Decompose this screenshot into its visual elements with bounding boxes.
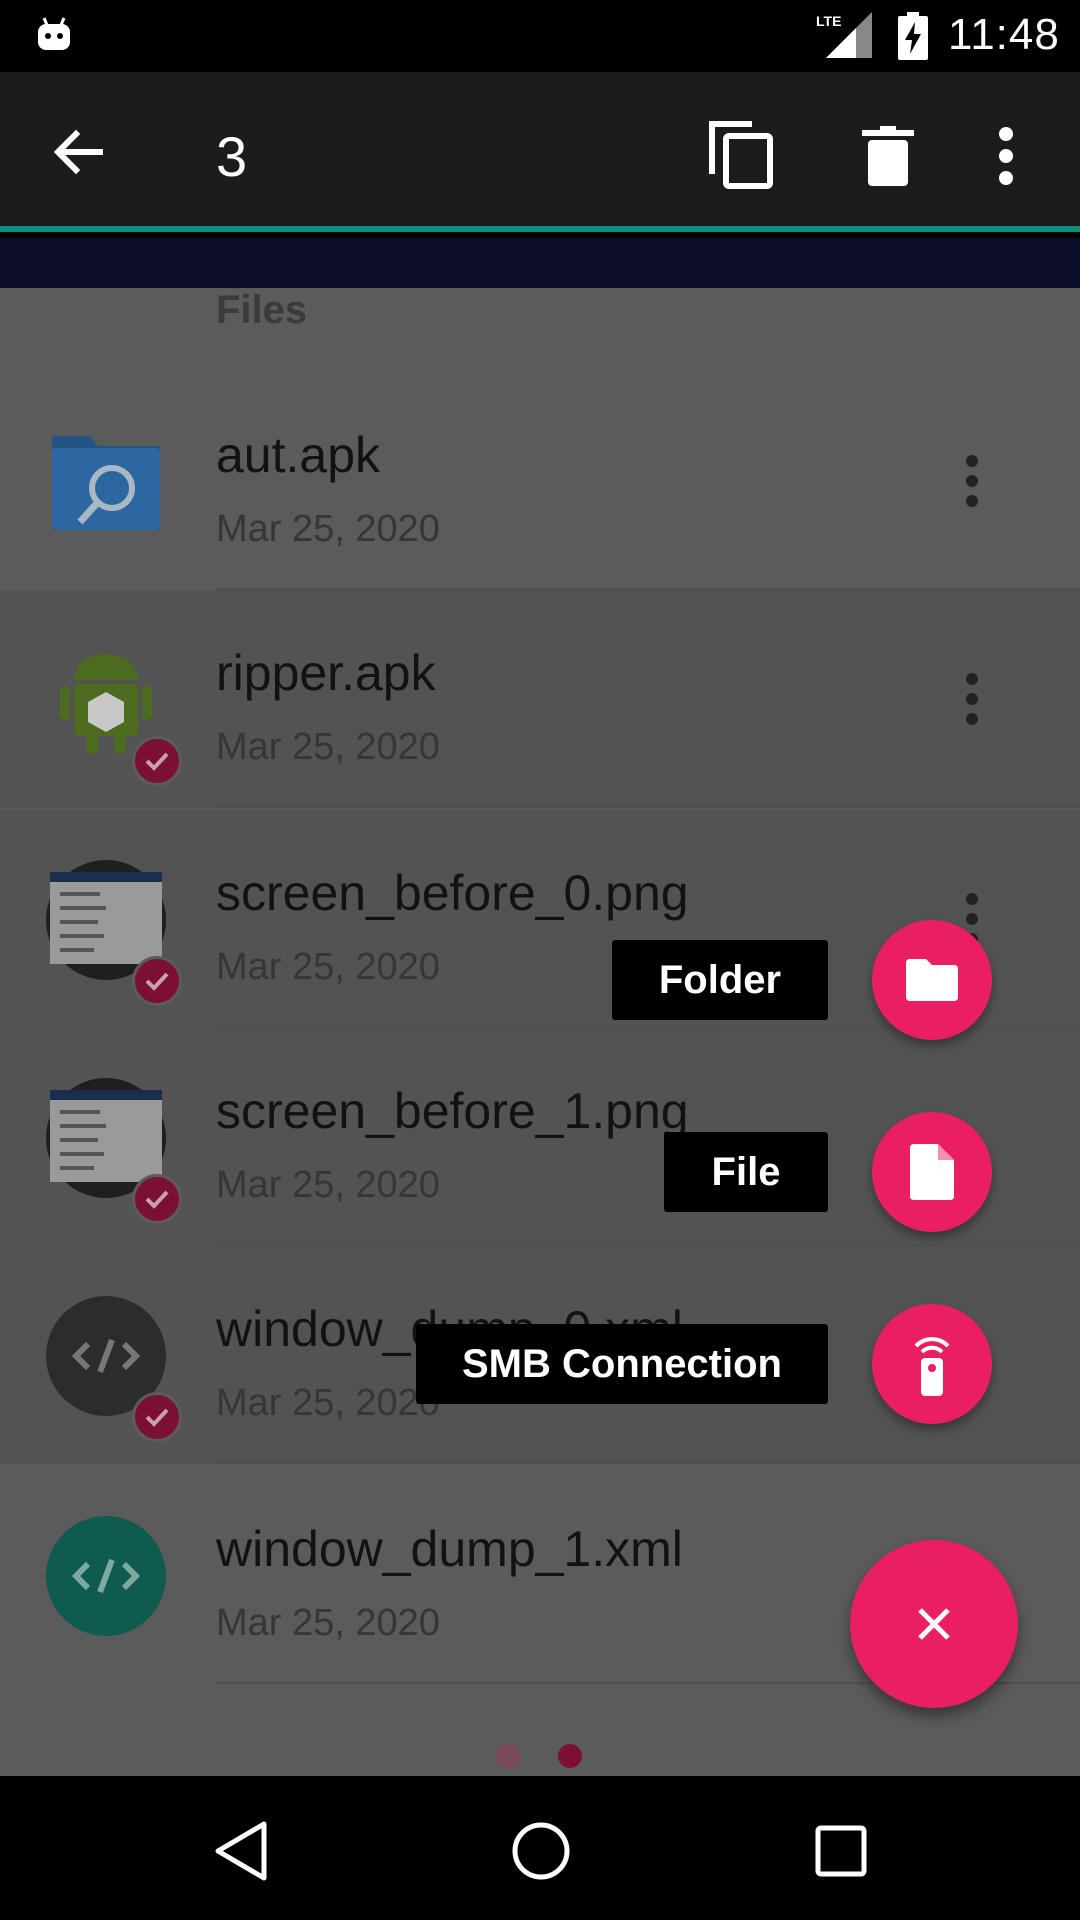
selected-check-icon [132, 1392, 182, 1442]
file-date: Mar 25, 2020 [216, 1382, 440, 1424]
item-menu-icon[interactable] [960, 672, 984, 726]
file-option-label[interactable]: File [664, 1132, 828, 1212]
selected-count: 3 [216, 125, 248, 188]
appbar-accent-line [0, 226, 1080, 232]
copy-icon[interactable] [706, 118, 776, 190]
file-date: Mar 25, 2020 [216, 946, 440, 988]
item-menu-icon[interactable] [960, 454, 984, 508]
svg-text:LTE: LTE [816, 13, 841, 29]
folder-icon [906, 959, 958, 1001]
arrow-back-icon[interactable] [46, 120, 110, 184]
selection-action-bar: 3 [0, 72, 1080, 232]
list-item[interactable]: ripper.apk Mar 25, 2020 [0, 590, 1080, 808]
folder-option-label[interactable]: Folder [612, 940, 828, 1020]
status-bar: LTE 11:48 [0, 0, 1080, 72]
lte-signal-icon: LTE [816, 12, 872, 58]
app-search-icon [52, 436, 160, 530]
page-indicator [0, 1744, 1080, 1774]
clock: 11:48 [948, 10, 1060, 59]
code-file-icon [46, 1516, 166, 1636]
selected-check-icon [132, 956, 182, 1006]
back-triangle-icon[interactable] [206, 1816, 276, 1886]
selected-check-icon [132, 736, 182, 786]
file-date: Mar 25, 2020 [216, 1164, 440, 1206]
battery-charging-icon [898, 12, 928, 60]
new-file-button[interactable] [872, 1112, 992, 1232]
page-dot-active[interactable] [558, 1744, 582, 1768]
close-icon [918, 1608, 950, 1640]
section-title: Files [216, 288, 308, 332]
file-date: Mar 25, 2020 [216, 1602, 440, 1644]
home-circle-icon[interactable] [506, 1816, 576, 1886]
path-bar [0, 238, 1080, 288]
selected-check-icon [132, 1174, 182, 1224]
close-speed-dial-button[interactable] [850, 1540, 1018, 1708]
file-date: Mar 25, 2020 [216, 726, 440, 768]
android-robot-icon [38, 17, 70, 50]
file-date: Mar 25, 2020 [216, 508, 440, 550]
delete-icon[interactable] [862, 126, 914, 186]
file-name: window_dump_1.xml [216, 1521, 683, 1577]
file-name: ripper.apk [216, 645, 436, 701]
remote-icon [914, 1337, 950, 1396]
recents-square-icon[interactable] [806, 1816, 876, 1886]
divider [216, 1462, 1080, 1464]
divider [216, 806, 1080, 808]
navigation-bar [0, 1776, 1080, 1920]
file-name: aut.apk [216, 427, 381, 483]
file-name: screen_before_0.png [216, 865, 689, 921]
smb-connection-button[interactable] [872, 1304, 992, 1424]
file-name: screen_before_1.png [216, 1083, 689, 1139]
overflow-menu-icon[interactable] [996, 126, 1016, 186]
smb-option-label[interactable]: SMB Connection [416, 1324, 828, 1404]
list-item[interactable]: aut.apk Mar 25, 2020 [0, 372, 1080, 590]
new-folder-button[interactable] [872, 920, 992, 1040]
page-dot[interactable] [496, 1744, 520, 1768]
file-icon [910, 1144, 954, 1200]
